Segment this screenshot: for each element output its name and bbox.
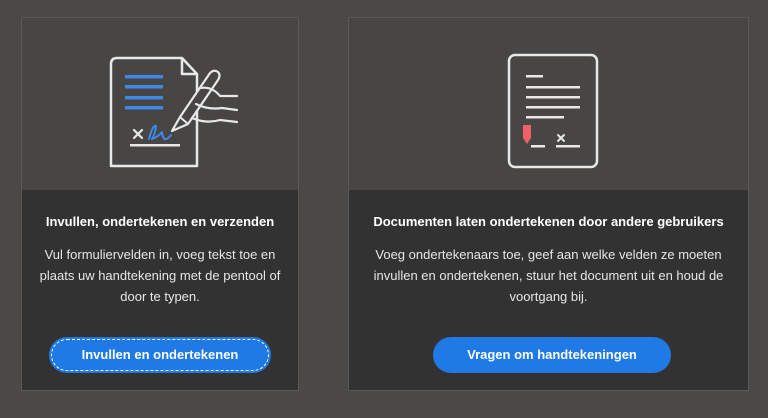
card-title: Documenten laten ondertekenen door ander… (373, 214, 724, 229)
request-signatures-card: Documenten laten ondertekenen door ander… (348, 17, 749, 391)
card-title: Invullen, ondertekenen en verzenden (45, 214, 275, 229)
fill-and-sign-icon (109, 56, 239, 168)
fill-and-sign-button[interactable]: Invullen en ondertekenen (49, 337, 271, 373)
request-signatures-icon (507, 53, 599, 169)
fill-and-sign-card: Invullen, ondertekenen en verzenden Vul … (21, 17, 299, 391)
card-description: Voeg ondertekenaars toe, geef aan welke … (373, 247, 724, 304)
request-signatures-button[interactable]: Vragen om handtekeningen (433, 337, 671, 373)
card-description: Vul formuliervelden in, voeg tekst toe e… (39, 247, 281, 304)
illustration-area (22, 18, 298, 190)
illustration-area (349, 18, 748, 190)
